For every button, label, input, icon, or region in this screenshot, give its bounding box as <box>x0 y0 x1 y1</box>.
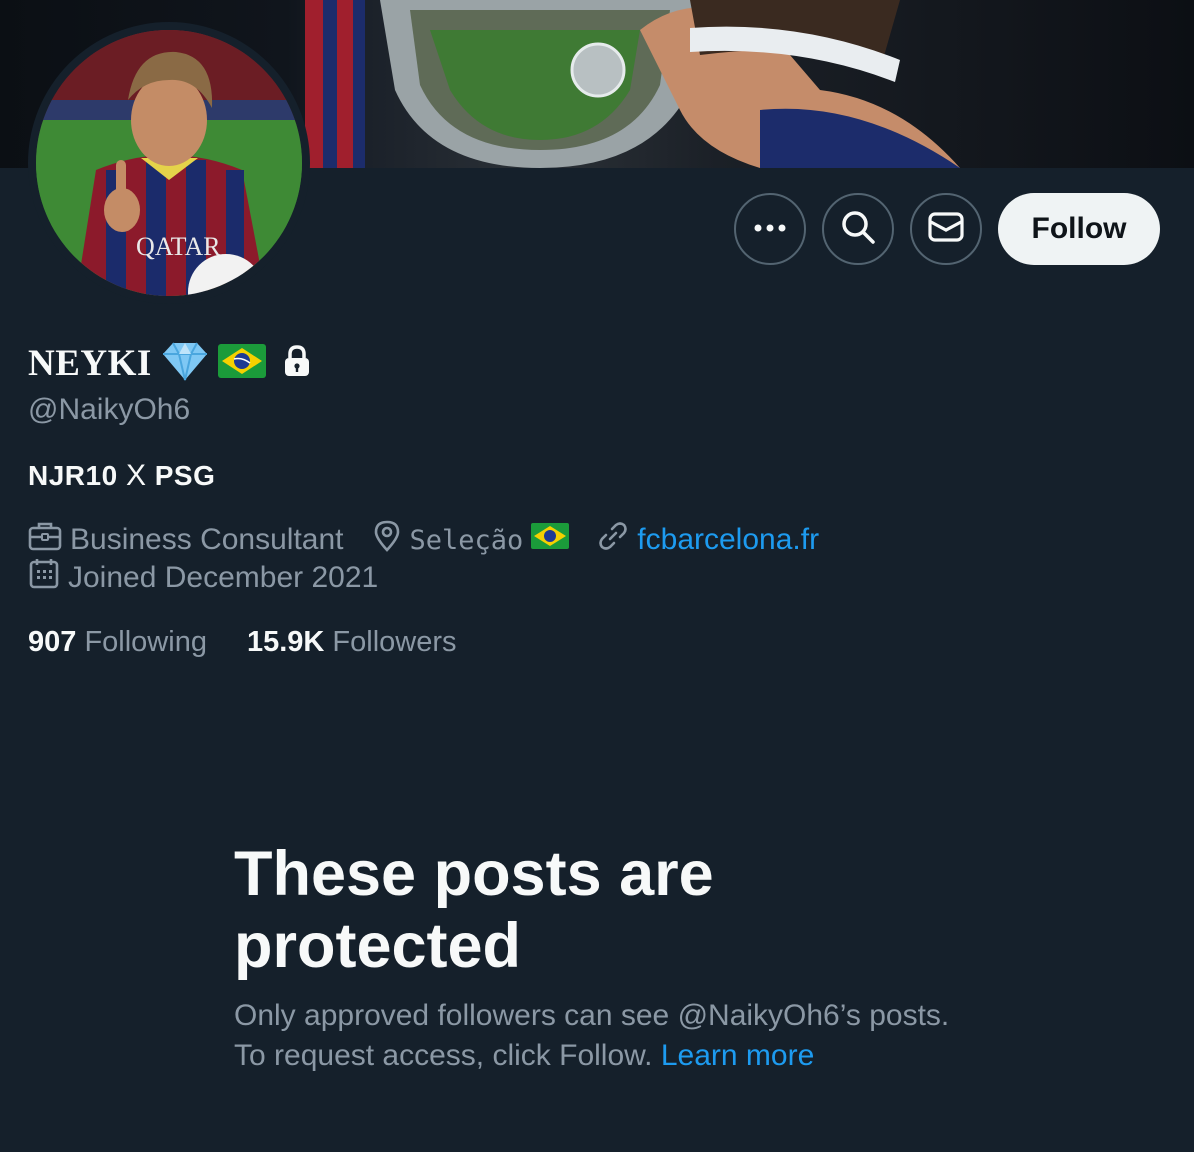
profile-handle: @NaikyOh6 <box>28 393 191 426</box>
profile-stats: 907 Following 15.9K Followers <box>28 622 497 662</box>
protected-description: Only approved followers can see @NaikyOh… <box>234 996 954 1076</box>
joined-item: Joined December 2021 <box>28 558 378 598</box>
protected-title: These posts are protected <box>234 839 714 981</box>
following-label: Following <box>84 625 207 658</box>
search-icon <box>840 209 876 250</box>
location-text: Seleção <box>409 524 524 556</box>
follow-button[interactable]: Follow <box>998 193 1160 265</box>
svg-text:QATAR: QATAR <box>136 232 221 261</box>
avatar-image: QATAR <box>36 30 302 296</box>
envelope-icon <box>928 211 964 248</box>
profile-bio: NJR10 X PSG <box>28 459 215 493</box>
location-item: Seleção <box>372 520 570 560</box>
followers-count: 15.9K <box>246 625 325 658</box>
following-stat[interactable]: 907 Following <box>28 626 207 659</box>
more-icon <box>753 220 787 238</box>
search-button[interactable] <box>822 193 894 265</box>
learn-more-link[interactable]: Learn more <box>661 1039 814 1072</box>
website-link[interactable]: fcbarcelona.fr <box>637 523 819 557</box>
occupation-text: Business Consultant <box>70 523 344 556</box>
bio-left: NJR10 <box>28 460 118 491</box>
display-name: NEYKI <box>28 342 152 384</box>
followers-label: Followers <box>332 625 457 658</box>
lock-icon <box>282 344 312 383</box>
location-pin-icon <box>372 520 402 560</box>
more-button[interactable] <box>734 193 806 265</box>
message-button[interactable] <box>910 193 982 265</box>
link-icon <box>597 520 629 560</box>
bio-right: PSG <box>154 460 216 491</box>
display-name-row: NEYKI <box>28 338 312 388</box>
following-count: 907 <box>28 625 77 658</box>
profile-joined-row: Joined December 2021 <box>28 558 406 598</box>
joined-text: Joined December 2021 <box>68 561 379 594</box>
brazil-flag-icon <box>531 523 570 557</box>
protected-description-text: Only approved followers can see @NaikyOh… <box>234 999 950 1072</box>
bio-x: X <box>125 459 147 492</box>
brazil-flag-icon <box>217 343 266 383</box>
briefcase-icon <box>28 521 62 559</box>
profile-meta-row: Business Consultant Seleção fcbarcelona.… <box>28 520 847 560</box>
followers-stat[interactable]: 15.9K Followers <box>247 626 457 659</box>
diamond-icon <box>160 340 210 387</box>
website-item[interactable]: fcbarcelona.fr <box>597 520 819 560</box>
calendar-icon <box>28 558 60 598</box>
occupation-item: Business Consultant <box>28 521 344 559</box>
profile-avatar[interactable]: QATAR <box>28 22 310 304</box>
